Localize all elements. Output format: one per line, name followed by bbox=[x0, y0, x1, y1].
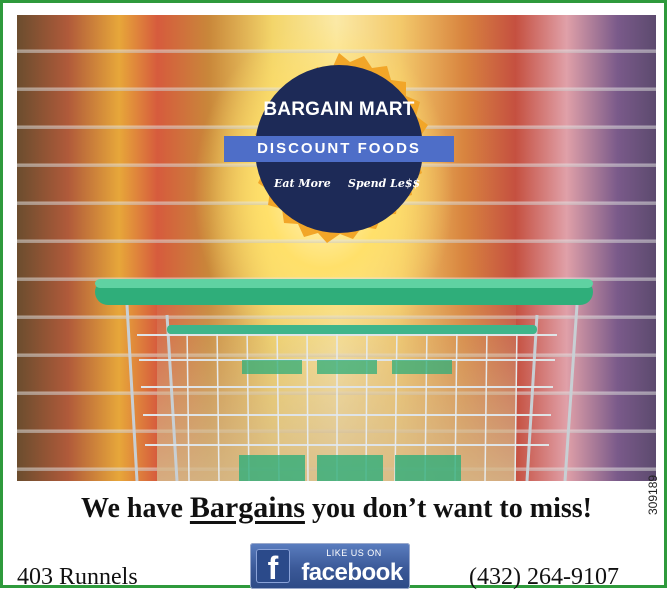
headline-after: you don’t want to miss! bbox=[304, 493, 592, 524]
bargain-mart-logo: BARGAIN MART DISCOUNT FOODS Eat More Spe… bbox=[224, 39, 454, 257]
logo-tagline-left: Eat More bbox=[274, 177, 331, 190]
logo-subtitle: DISCOUNT FOODS bbox=[257, 140, 421, 157]
store-phone: (432) 264-9107 bbox=[469, 564, 619, 590]
facebook-like-badge[interactable]: f LIKE US ON facebook bbox=[250, 543, 410, 589]
facebook-brand-text: facebook bbox=[301, 559, 403, 586]
headline: We have Bargains you don’t want to miss! bbox=[3, 491, 667, 525]
headline-emphasis: Bargains bbox=[189, 491, 305, 524]
ad-id: 309189 bbox=[646, 474, 660, 515]
facebook-like-text: LIKE US ON bbox=[326, 548, 382, 558]
store-address: 403 Runnels bbox=[17, 564, 138, 590]
logo-tagline-right: Spend Le$$ bbox=[348, 177, 421, 190]
headline-before: We have bbox=[81, 493, 190, 524]
advertisement: BARGAIN MART DISCOUNT FOODS Eat More Spe… bbox=[0, 0, 667, 590]
logo-title: BARGAIN MART bbox=[263, 99, 415, 120]
facebook-icon: f bbox=[256, 549, 290, 586]
